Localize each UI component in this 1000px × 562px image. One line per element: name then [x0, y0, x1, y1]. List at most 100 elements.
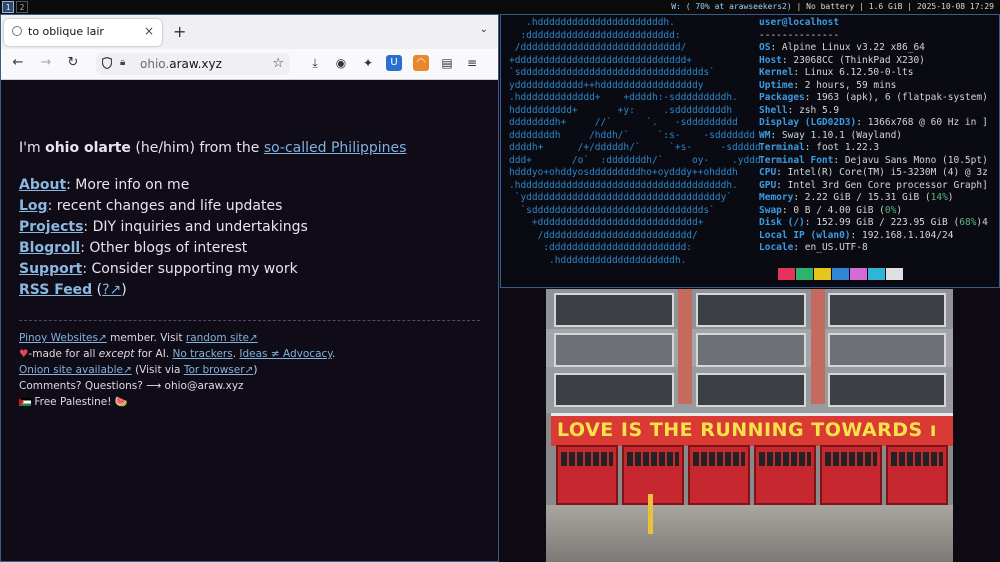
palette-swatch: [868, 268, 885, 280]
tab-list-chevron-icon[interactable]: ⌄: [480, 24, 488, 35]
battery-status: No battery: [806, 2, 855, 11]
sysinfo-row: Shell: zsh 5.9: [759, 104, 840, 116]
sysinfo-key: Display (LGD02D3): [759, 117, 857, 128]
palette-swatch: [778, 268, 795, 280]
sysinfo-key: Uptime: [759, 79, 794, 91]
sysinfo-key: CPU: [759, 167, 777, 178]
sysinfo-value: 23068CC (ThinkPad X230): [793, 54, 925, 66]
sysinfo-row: Memory: 2.22 GiB / 15.31 GiB (14%): [759, 192, 954, 203]
sysinfo-value: 0 B / 4.00 GiB (: [793, 204, 885, 216]
sysinfo-row: Disk (/): 152.99 GiB / 223.95 GiB (68%)4: [759, 217, 988, 228]
palette-swatch: [886, 268, 903, 280]
no-trackers-link[interactable]: No trackers: [173, 348, 233, 360]
bookmark-star-icon[interactable]: ☆: [272, 56, 284, 71]
blogroll-link[interactable]: Blogroll: [19, 240, 80, 256]
list-item: About: More info on me: [19, 177, 190, 193]
sysinfo-row: WM: Sway 1.10.1 (Wayland): [759, 129, 903, 141]
ublock-icon[interactable]: U: [386, 55, 402, 71]
philippines-link[interactable]: so-called Philippines: [264, 140, 407, 156]
tab-active[interactable]: to oblique lair ×: [4, 19, 162, 46]
sysinfo-row: GPU: Intel 3rd Gen Core processor Graph]: [759, 179, 988, 191]
palette-swatch: [796, 268, 813, 280]
heart-icon: ♥: [19, 348, 29, 360]
onion-site-link[interactable]: Onion site available↗: [19, 364, 132, 376]
workspace-1-button[interactable]: 1: [2, 1, 14, 13]
page-content: I'm ohio olarte (he/him) from the so-cal…: [1, 80, 498, 560]
workspace-2-button[interactable]: 2: [16, 1, 28, 13]
sysinfo-value: Intel 3rd Gen Core processor Graph]: [787, 179, 988, 191]
divider: [19, 320, 480, 321]
browser-window: to oblique lair × + ⌄ ← → ↻ 🔒︎ ohio.araw…: [0, 14, 499, 562]
sysinfo-value: 2.22 GiB / 15.31 GiB (: [804, 192, 931, 203]
list-item: Blogroll: Other blogs of interest: [19, 240, 248, 256]
lock-icon[interactable]: 🔒︎: [120, 57, 125, 68]
sysinfo-row: Terminal Font: Dejavu Sans Mono (10.5pt): [759, 154, 988, 166]
sysinfo-row: Uptime: 2 hours, 59 mins: [759, 79, 897, 91]
support-link[interactable]: Support: [19, 261, 82, 277]
list-item: Log: recent changes and life updates: [19, 198, 283, 214]
clipboard-icon[interactable]: ▤: [439, 55, 455, 71]
sysinfo-value: Linux 6.12.50-0-lts: [804, 67, 914, 78]
sysinfo-percent: 68%: [959, 217, 977, 228]
palette-swatch: [814, 268, 831, 280]
sysinfo-percent: 14%: [930, 192, 948, 203]
terminal-window[interactable]: .hddddddddddddddddddddddh. :dddddddddddd…: [500, 14, 1000, 288]
new-tab-button[interactable]: +: [173, 22, 186, 41]
url-bar[interactable]: 🔒︎ ohio.araw.xyz ☆: [96, 53, 290, 75]
sysinfo-key: Disk (/): [759, 217, 805, 228]
status-bar: 1 2 W: ( 70% at arawseekers2) | No batte…: [0, 0, 1000, 14]
forward-arrow-icon[interactable]: →: [37, 55, 55, 70]
ideas-advocacy-link[interactable]: Ideas ≠ Advocacy: [239, 348, 332, 360]
random-site-link[interactable]: random site↗: [186, 332, 258, 344]
menu-icon[interactable]: ≡: [464, 55, 480, 71]
footer: Pinoy Websites↗ member. Visit random sit…: [19, 332, 336, 408]
sysinfo-value: Sway 1.10.1 (Wayland): [781, 129, 903, 141]
palette-swatch: [850, 268, 867, 280]
log-link[interactable]: Log: [19, 198, 48, 214]
back-arrow-icon[interactable]: ←: [9, 55, 27, 70]
sysinfo-value: Intel(R) Core(TM) i5-3230M (4) @ 3z: [787, 167, 988, 178]
sysinfo-row: Kernel: Linux 6.12.50-0-lts: [759, 67, 914, 78]
sysinfo-key: Memory: [759, 192, 794, 203]
intro-text: I'm ohio olarte (he/him) from the so-cal…: [19, 140, 407, 156]
downloads-icon[interactable]: ⤓: [307, 55, 323, 71]
sysinfo-value: en_US.UTF-8: [804, 242, 868, 253]
sysinfo-row: Local IP (wlan0): 192.168.1.104/24: [759, 229, 954, 241]
rss-feed-link[interactable]: RSS Feed: [19, 282, 92, 298]
account-icon[interactable]: ◉: [333, 55, 349, 71]
shield-icon[interactable]: [102, 57, 112, 69]
url-text: ohio.araw.xyz: [140, 57, 222, 71]
rss-icon[interactable]: ◠: [413, 55, 429, 71]
sysinfo-key: Swap: [759, 204, 782, 216]
banner-text: LOVE IS THE RUNNING TOWARDS ı: [557, 419, 937, 441]
rss-help-link[interactable]: ?↗: [102, 282, 121, 298]
reload-icon[interactable]: ↻: [64, 55, 82, 70]
sysinfo-key: Host: [759, 54, 782, 66]
sysinfo-value: foot 1.22.3: [816, 142, 880, 153]
pinoy-websites-link[interactable]: Pinoy Websites↗: [19, 332, 107, 344]
sysinfo-percent: 0%: [884, 204, 897, 216]
tab-strip: to oblique lair × + ⌄: [1, 15, 498, 49]
palette-swatch: [832, 268, 849, 280]
tor-browser-link[interactable]: Tor browser↗: [184, 364, 254, 376]
list-item: Projects: DIY inquiries and undertakings: [19, 219, 308, 235]
sysinfo-key: Kernel: [759, 67, 794, 78]
sysinfo-row: Terminal: foot 1.22.3: [759, 142, 880, 153]
projects-link[interactable]: Projects: [19, 219, 83, 235]
extensions-icon[interactable]: ✦: [360, 55, 376, 71]
sysinfo-row: Swap: 0 B / 4.00 GiB (0%): [759, 204, 903, 216]
bollard: [648, 494, 653, 534]
sysinfo-row: Display (LGD02D3): 1366x768 @ 60 Hz in ]: [759, 117, 988, 128]
distro-logo-ascii: .hddddddddddddddddddddddh. :dddddddddddd…: [509, 17, 761, 266]
sysinfo-value: Dejavu Sans Mono (10.5pt): [844, 154, 988, 166]
tab-close-icon[interactable]: ×: [144, 24, 154, 38]
contact-text: Comments? Questions? ⟶ ohio@araw.xyz: [19, 380, 244, 392]
memory-status: 1.6 GiB: [868, 2, 903, 11]
sysinfo-row: Packages: 1963 (apk), 6 (flatpak-system): [759, 92, 988, 103]
sysinfo-value: 1963 (apk), 6 (flatpak-system): [816, 92, 988, 103]
sysinfo-key: Terminal Font: [759, 154, 834, 166]
user-host: user@localhost: [759, 17, 840, 28]
wallpaper-photo: LOVE IS THE RUNNING TOWARDS ı: [546, 289, 953, 562]
about-link[interactable]: About: [19, 177, 66, 193]
sysinfo-key: Local IP (wlan0): [759, 229, 851, 241]
